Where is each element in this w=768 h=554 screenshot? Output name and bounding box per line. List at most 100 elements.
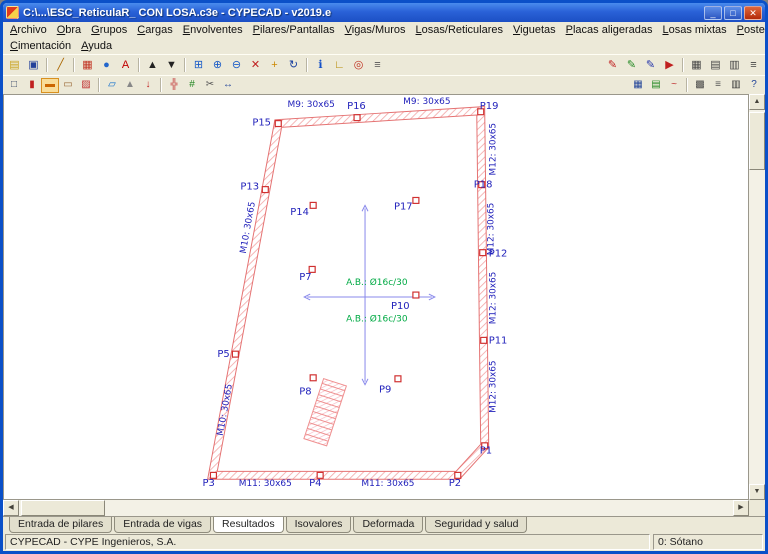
text-icon[interactable]: A	[116, 57, 135, 74]
menu-viguetas[interactable]: Viguetas	[508, 23, 561, 37]
marker-icon[interactable]: ▶	[660, 57, 679, 74]
draw-line-icon[interactable]: ╱	[51, 57, 70, 74]
tab-entrada-de-vigas[interactable]: Entrada de vigas	[114, 517, 212, 533]
redraw-icon[interactable]: ↻	[284, 57, 303, 74]
menu-grupos[interactable]: Grupos	[86, 23, 132, 37]
ink-icon[interactable]: ●	[97, 57, 116, 74]
zoom-out-icon[interactable]: ⊖	[227, 57, 246, 74]
zoom-cancel-icon[interactable]: ✕	[246, 57, 265, 74]
zoom-window-icon[interactable]: ⊞	[189, 57, 208, 74]
tab-seguridad-y-salud[interactable]: Seguridad y salud	[425, 517, 528, 533]
column-marker[interactable]	[309, 374, 317, 382]
menu-losas-reticulares[interactable]: Losas/Reticulares	[411, 23, 508, 37]
edit-green-pen-icon[interactable]: ✎	[622, 57, 641, 74]
group-up-icon[interactable]: ▲	[143, 57, 162, 74]
layers-list-icon[interactable]: ≡	[709, 78, 727, 93]
vertical-scroll-thumb[interactable]	[749, 112, 765, 170]
isovalues-icon[interactable]: ▤	[647, 78, 665, 93]
open-icon[interactable]: ▤	[5, 57, 24, 74]
beam-tool-icon[interactable]: ▬	[41, 77, 59, 93]
wall-tool-icon[interactable]: ▭	[59, 78, 77, 93]
toolbar-separator	[160, 78, 162, 92]
column-label: P16	[347, 101, 366, 112]
menu-placas-aligeradas[interactable]: Placas aligeradas	[561, 23, 658, 37]
column-marker[interactable]	[394, 375, 402, 383]
load-tool-icon[interactable]: ↓	[139, 78, 157, 93]
column-marker[interactable]	[309, 201, 317, 209]
column-marker[interactable]	[353, 114, 361, 122]
pan-icon[interactable]: +	[265, 57, 284, 74]
slab-tool-icon[interactable]: ▨	[77, 78, 95, 93]
column-marker[interactable]	[412, 291, 420, 299]
print-view-icon[interactable]: ▥	[727, 78, 745, 93]
tab-deformada[interactable]: Deformada	[353, 517, 424, 533]
grid-dense-icon[interactable]: ▩	[691, 78, 709, 93]
support-tool-icon[interactable]: ▲	[121, 78, 139, 93]
deformed-icon[interactable]: ~	[665, 78, 683, 93]
section-cut-icon[interactable]: ✂	[201, 78, 219, 93]
tab-isovalores[interactable]: Isovalores	[285, 517, 352, 533]
beam-grid-icon[interactable]: ▦	[78, 57, 97, 74]
column-tool-icon[interactable]: ▮	[23, 78, 41, 93]
dimension-icon[interactable]: ↔	[219, 78, 237, 93]
tab-entrada-de-pilares[interactable]: Entrada de pilares	[9, 517, 113, 533]
tab-resultados[interactable]: Resultados	[213, 517, 284, 533]
summary-icon[interactable]: ≡	[744, 57, 763, 74]
horizontal-scrollbar[interactable]: ◀ ▶	[3, 500, 749, 516]
drawing-canvas[interactable]: P15 P16 P19 P13 P14 P17 P18 P12 P7 P10 P11 P5 P8 P9 P1…	[3, 94, 749, 500]
menu-postesados[interactable]: Postesados	[732, 23, 765, 37]
group-selector[interactable]: 0: Sótano	[653, 534, 763, 550]
scroll-down-button[interactable]: ▼	[749, 484, 765, 500]
save-icon[interactable]: ▣	[24, 57, 43, 74]
table-report-icon[interactable]: ▦	[687, 57, 706, 74]
minimize-button[interactable]: _	[704, 5, 722, 20]
menu-envolventes[interactable]: Envolventes	[178, 23, 248, 37]
help-icon[interactable]: ?	[745, 78, 763, 93]
edit-red-pen-icon[interactable]: ✎	[603, 57, 622, 74]
column-marker[interactable]	[479, 249, 487, 257]
opening-tool-icon[interactable]: ▱	[103, 78, 121, 93]
menu-cimentación[interactable]: Cimentación	[5, 39, 76, 53]
floor-plan-svg[interactable]: P15P16 P19P13P14P17P18P12P7P10P11P5P8 P9P1…	[4, 95, 748, 499]
layers-icon[interactable]: ≡	[368, 57, 387, 74]
mesh-icon[interactable]: #	[183, 78, 201, 93]
menu-obra[interactable]: Obra	[52, 23, 86, 37]
menu-cargas[interactable]: Cargas	[132, 23, 177, 37]
scroll-left-button[interactable]: ◀	[3, 500, 19, 516]
close-button[interactable]: ✕	[744, 5, 762, 20]
origin-icon[interactable]: ◎	[349, 57, 368, 74]
menu-losas-mixtas[interactable]: Losas mixtas	[657, 23, 731, 37]
new-view-icon[interactable]: □	[5, 78, 23, 93]
zoom-in-icon[interactable]: ⊕	[208, 57, 227, 74]
column-marker[interactable]	[231, 350, 239, 358]
column-marker[interactable]	[480, 336, 488, 344]
column-marker[interactable]	[274, 120, 282, 128]
beam-label: M12: 30x65	[487, 203, 497, 255]
scroll-up-button[interactable]: ▲	[749, 94, 765, 110]
rebar-icon[interactable]: ╬	[165, 78, 183, 93]
menu-vigas-muros[interactable]: Vigas/Muros	[340, 23, 411, 37]
toolbar-row-1: ▤ ▣ ╱ ▦ ● A ▲ ▼ ⊞ ⊕ ⊖ ✕ + ↻ ℹ ∟ ◎ ≡ ✎ ✎ ✎ ▶ ▦ ▤ ▥ ≡	[3, 54, 765, 75]
toolbar-separator	[682, 58, 684, 72]
column-marker[interactable]	[412, 196, 420, 204]
group-down-icon[interactable]: ▼	[162, 57, 181, 74]
menu-ayuda[interactable]: Ayuda	[76, 39, 117, 53]
table-list-icon[interactable]: ▥	[725, 57, 744, 74]
table-quant-icon[interactable]: ▤	[706, 57, 725, 74]
wall-outline[interactable]	[207, 106, 490, 480]
maximize-button[interactable]: □	[724, 5, 742, 20]
menu-archivo[interactable]: Archivo	[5, 23, 52, 37]
info-icon[interactable]: ℹ	[311, 57, 330, 74]
toolbar-separator	[306, 58, 308, 72]
scroll-right-button[interactable]: ▶	[733, 500, 749, 516]
vertical-scrollbar[interactable]: ▲ ▼	[749, 94, 765, 500]
column-marker[interactable]	[261, 186, 269, 194]
horizontal-scroll-thumb[interactable]	[21, 500, 105, 516]
measure-icon[interactable]: ∟	[330, 57, 349, 74]
toolbar-separator	[98, 78, 100, 92]
menu-pilares-pantallas[interactable]: Pilares/Pantallas	[248, 23, 340, 37]
views-grid-icon[interactable]: ▦	[629, 78, 647, 93]
column-label: P1	[480, 446, 492, 457]
edit-blue-pen-icon[interactable]: ✎	[641, 57, 660, 74]
beam-label: M12: 30x65	[489, 360, 499, 412]
